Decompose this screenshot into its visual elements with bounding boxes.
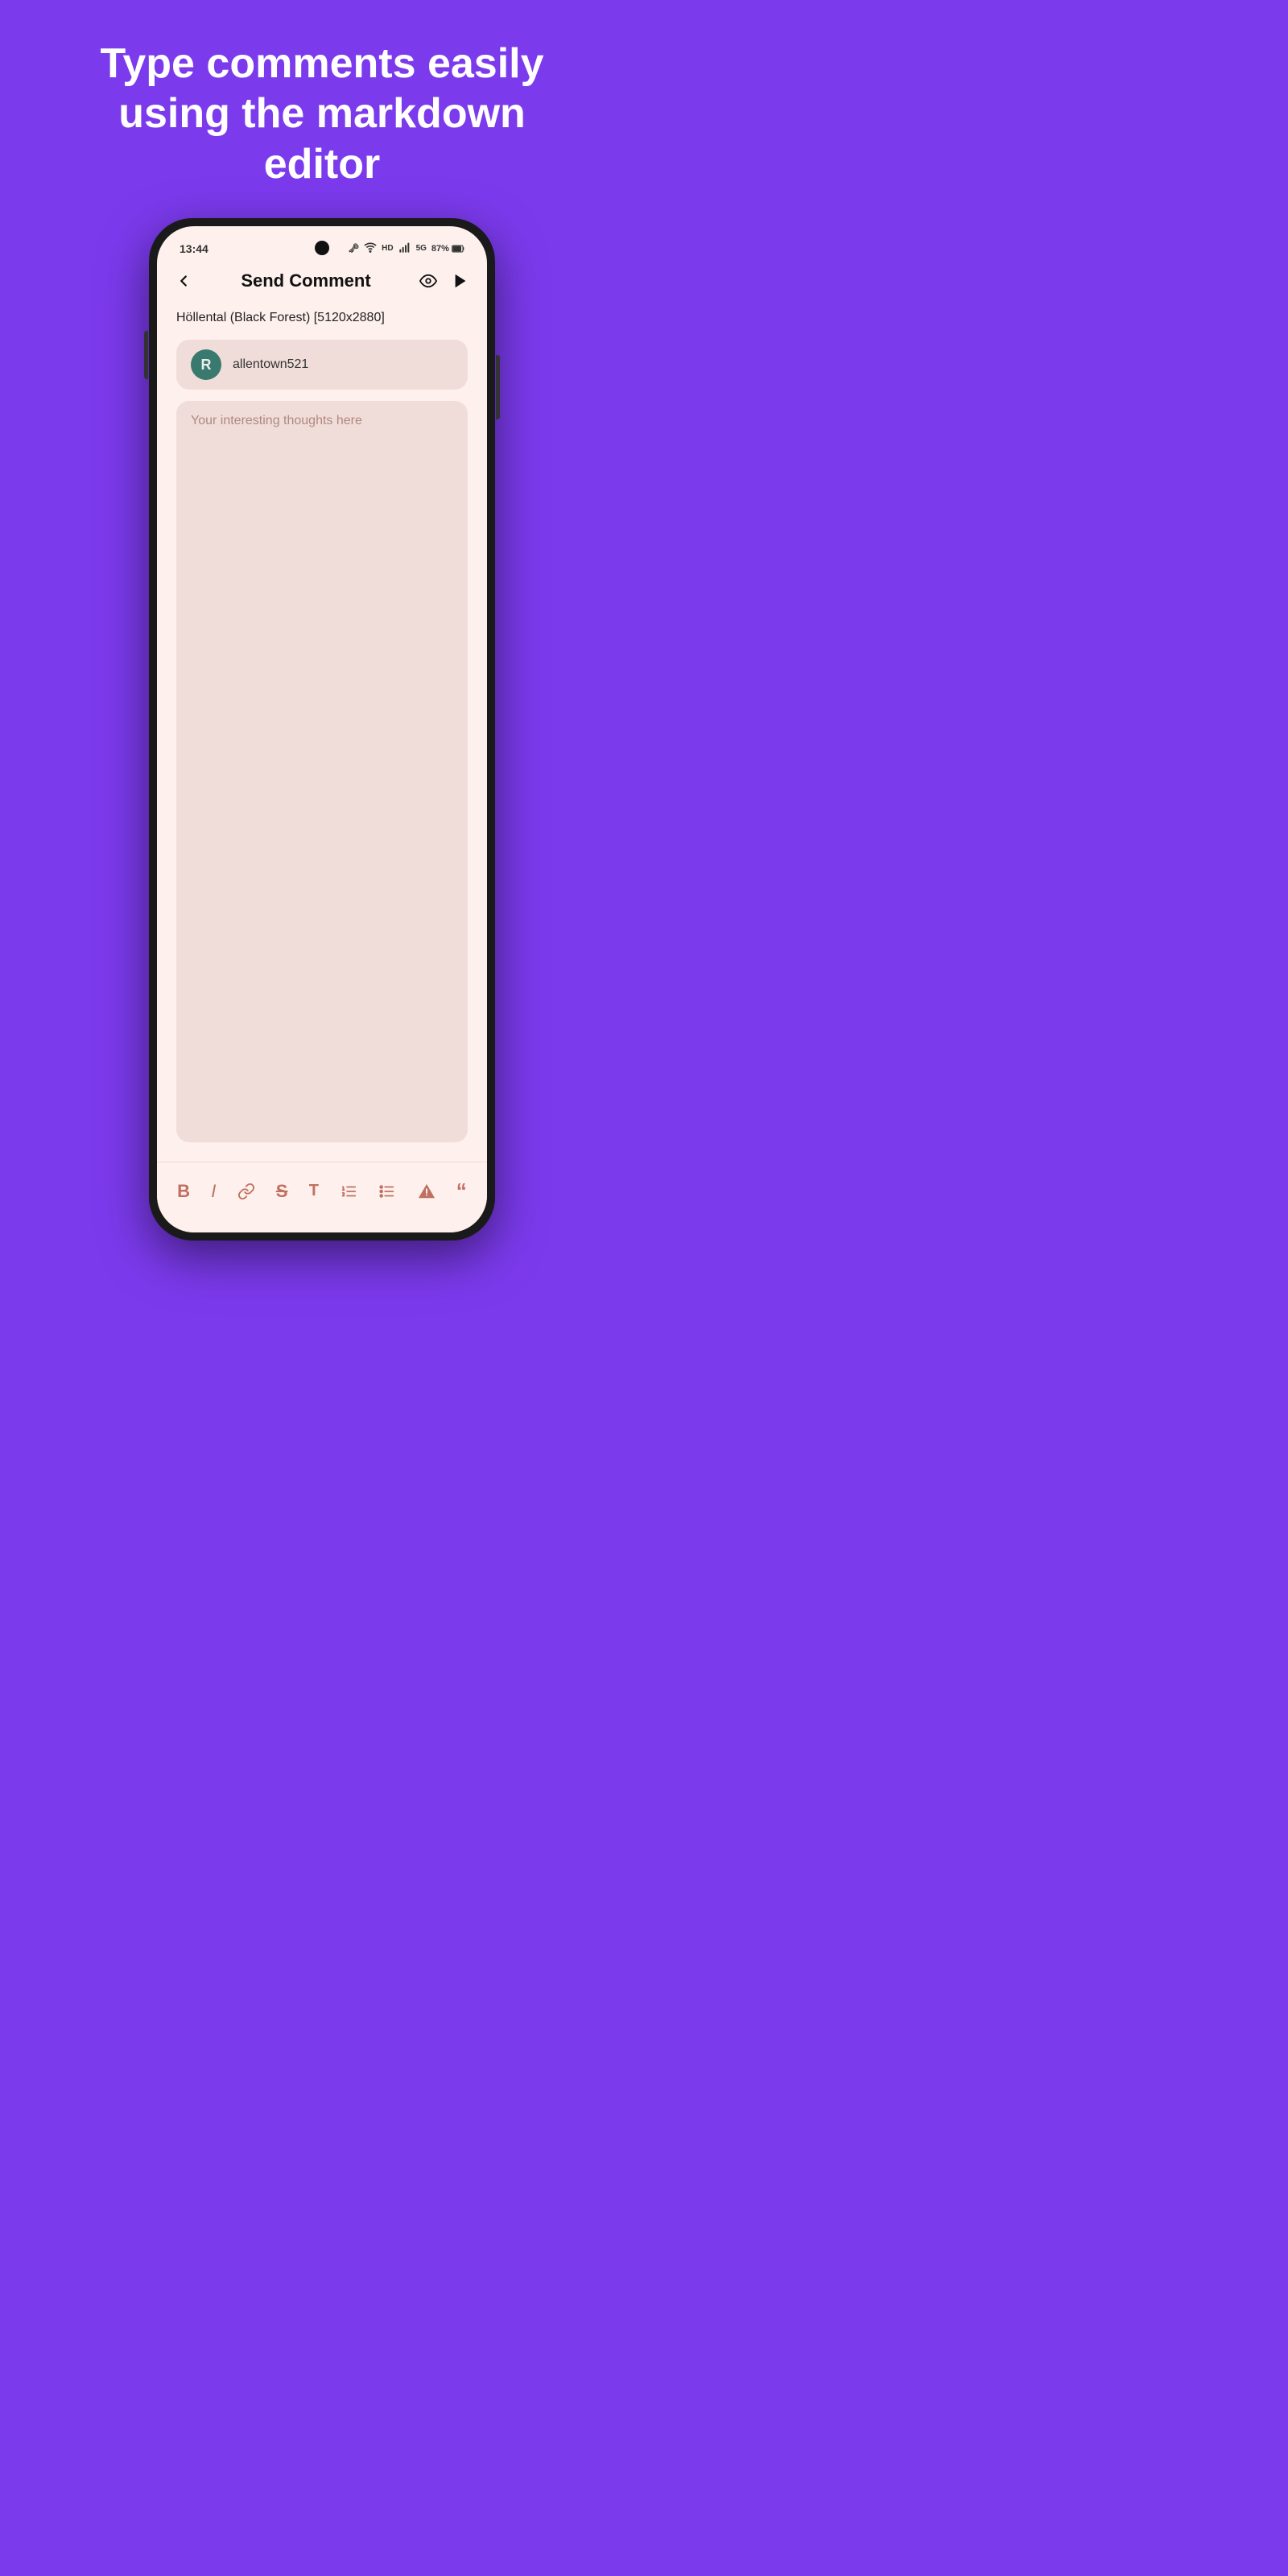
app-title: Send Comment (241, 270, 370, 291)
markdown-toolbar: B I S T (157, 1162, 487, 1232)
status-icons: 🗝 HD (348, 241, 464, 256)
ordered-list-button[interactable] (336, 1179, 361, 1203)
hd-icon: HD (382, 244, 393, 253)
key-icon: 🗝 (348, 243, 359, 254)
hero-text: Type comments easily using the markdown … (52, 0, 592, 218)
italic-button[interactable]: I (208, 1178, 219, 1205)
post-title: Höllental (Black Forest) [5120x2880] (176, 311, 468, 325)
warning-button[interactable] (415, 1179, 439, 1203)
phone-shell: 13:44 🗝 HD (149, 218, 495, 1241)
quote-button[interactable]: “ (453, 1175, 470, 1207)
comment-input[interactable]: Your interesting thoughts here (176, 401, 468, 1142)
battery-icon: 87% (431, 244, 464, 254)
camera-notch (315, 241, 329, 255)
comment-placeholder: Your interesting thoughts here (191, 414, 362, 427)
strikethrough-button[interactable]: S (273, 1178, 291, 1205)
status-time: 13:44 (180, 242, 208, 255)
back-button[interactable] (175, 272, 192, 290)
fiveg-icon: 5G (416, 244, 427, 253)
bold-button[interactable]: B (174, 1178, 193, 1205)
link-button[interactable] (234, 1179, 258, 1203)
username: allentown521 (233, 357, 308, 372)
unordered-list-button[interactable] (375, 1179, 399, 1203)
signal-icon (398, 241, 411, 256)
content-area: Höllental (Black Forest) [5120x2880] R a… (157, 303, 487, 1162)
avatar: R (191, 349, 221, 380)
heading-button[interactable]: T (306, 1179, 322, 1203)
user-row: R allentown521 (176, 340, 468, 390)
send-button[interactable] (452, 272, 469, 290)
wifi-icon (364, 241, 377, 256)
app-bar-actions (419, 272, 469, 290)
preview-button[interactable] (419, 272, 437, 290)
phone-screen: 13:44 🗝 HD (157, 226, 487, 1232)
app-bar: Send Comment (157, 262, 487, 303)
